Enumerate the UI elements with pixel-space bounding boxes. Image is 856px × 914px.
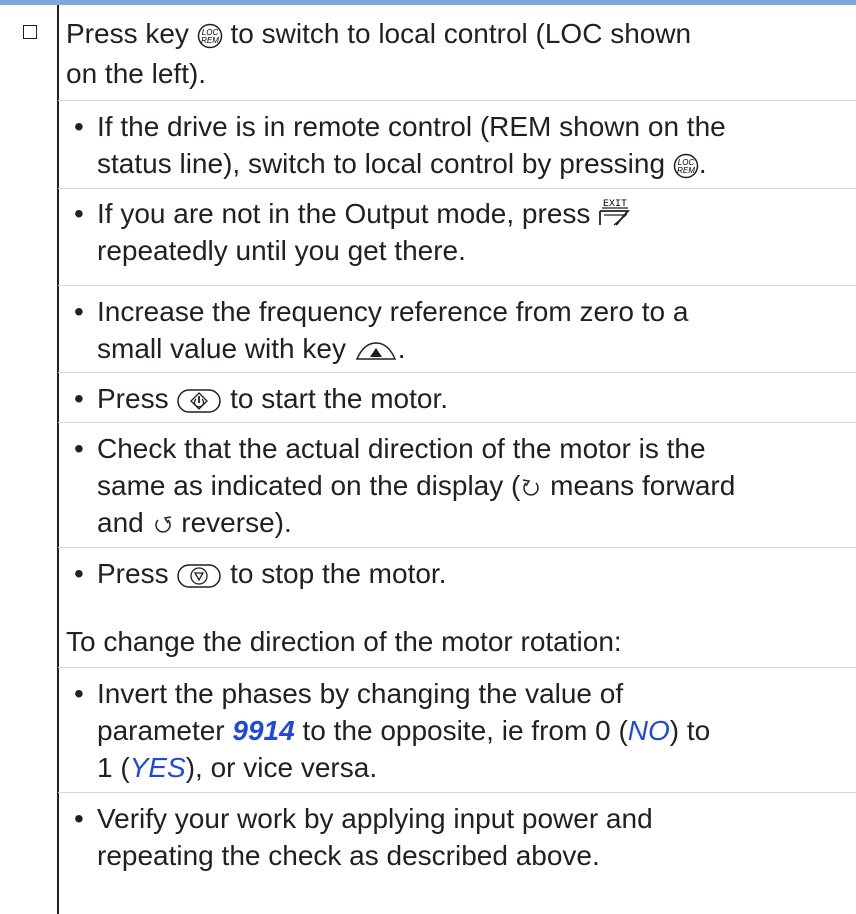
separator (58, 667, 856, 668)
step-line-1: Press key LOC REM to switch to local con… (66, 18, 692, 49)
verify-line-1: Verify your work by applying input power… (97, 803, 653, 834)
separator (58, 547, 856, 548)
bullet-2-line-2: repeatedly until you get there. (97, 235, 466, 266)
bullet-marker: • (74, 803, 84, 834)
stop-key-icon (176, 563, 222, 589)
step-line-2: on the left). (66, 58, 207, 89)
separator (58, 422, 856, 423)
bullet-marker: • (74, 558, 84, 589)
bullet-1-line-2: status line), switch to local control by… (97, 148, 707, 179)
bullet-marker: • (74, 383, 84, 414)
forward-rotation-icon (520, 477, 542, 499)
loc-rem-key-icon: LOC REM (673, 153, 699, 179)
bullet-marker: • (74, 296, 84, 327)
parameter-9914-link[interactable]: 9914 (232, 715, 294, 746)
exit-key-icon: EXIT (598, 197, 632, 227)
bullet-6-line: Press to stop the motor. (97, 558, 447, 589)
separator (58, 285, 856, 286)
yes-value-link[interactable]: YES (130, 752, 186, 783)
svg-text:REM: REM (677, 166, 695, 175)
bullet-5-line-1: Check that the actual direction of the m… (97, 433, 706, 464)
bullet-marker: • (74, 111, 84, 142)
bullet-1-line-1: If the drive is in remote control (REM s… (97, 111, 726, 142)
svg-text:REM: REM (201, 36, 219, 45)
no-value-link[interactable]: NO (628, 715, 670, 746)
invert-line-1: Invert the phases by changing the value … (97, 678, 624, 709)
verify-line-2: repeating the check as described above. (97, 840, 600, 871)
change-direction-heading: To change the direction of the motor rot… (66, 626, 622, 657)
invert-line-3: 1 (YES), or vice versa. (97, 752, 378, 783)
reverse-rotation-icon (152, 514, 174, 536)
bullet-marker: • (74, 678, 84, 709)
bullet-marker: • (74, 198, 84, 229)
bullet-marker: • (74, 433, 84, 464)
separator (58, 100, 856, 101)
up-arrow-key-icon (354, 340, 398, 362)
separator (58, 188, 856, 189)
bullet-5-line-3: and reverse). (97, 507, 292, 538)
invert-line-2: parameter 9914 to the opposite, ie from … (97, 715, 711, 746)
bullet-2-line-1: If you are not in the Output mode, press… (97, 195, 632, 232)
separator (58, 372, 856, 373)
bullet-4-line: Press to start the motor. (97, 383, 449, 414)
start-key-icon (176, 388, 222, 414)
loc-rem-key-icon: LOC REM (197, 23, 223, 49)
column-divider (57, 5, 59, 914)
bullet-5-line-2: same as indicated on the display ( means… (97, 470, 736, 501)
separator (58, 792, 856, 793)
top-accent-bar (0, 0, 856, 5)
bullet-3-line-2: small value with key . (97, 333, 406, 364)
bullet-3-line-1: Increase the frequency reference from ze… (97, 296, 689, 327)
step-checkbox[interactable] (23, 25, 37, 39)
